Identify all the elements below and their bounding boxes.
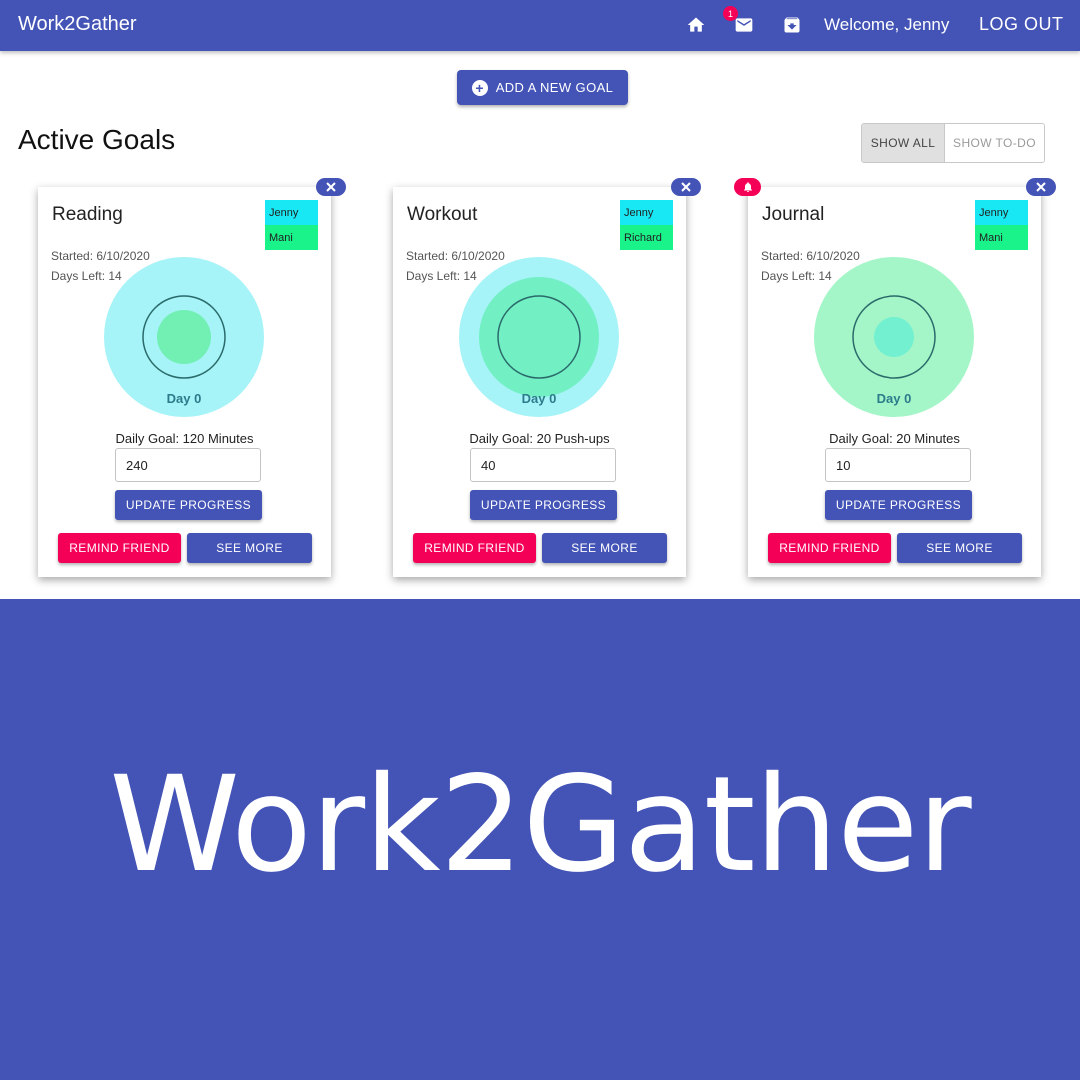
progress-circle: Day 0 (814, 257, 974, 417)
update-progress-button[interactable]: UPDATE PROGRESS (470, 490, 617, 520)
plus-circle-icon: + (471, 79, 488, 96)
logout-button[interactable]: LOG OUT (979, 14, 1064, 35)
promo-banner: Work2Gather (0, 599, 1080, 1080)
goal-title: Reading (52, 204, 123, 225)
day-label: Day 0 (877, 391, 912, 406)
brand-title[interactable]: Work2Gather (18, 13, 137, 36)
daily-goal: Daily Goal: 120 Minutes (115, 431, 254, 446)
goal-card: Journal Jenny Mani Started: 6/10/2020 Da… (748, 187, 1041, 577)
goal-title: Workout (407, 204, 478, 225)
member-tag: Mani (265, 225, 318, 250)
member-tag: Jenny (265, 200, 318, 225)
home-icon[interactable] (685, 14, 707, 36)
see-more-button[interactable]: SEE MORE (897, 533, 1022, 563)
section-title: Active Goals (18, 124, 176, 155)
member-tag: Jenny (620, 200, 673, 225)
see-more-button[interactable]: SEE MORE (187, 533, 312, 563)
close-icon[interactable] (1026, 178, 1056, 196)
update-progress-button[interactable]: UPDATE PROGRESS (825, 490, 972, 520)
member-list: Jenny Richard (620, 200, 673, 250)
remind-friend-button[interactable]: REMIND FRIEND (413, 533, 536, 563)
progress-input[interactable] (825, 448, 971, 482)
progress-inner-circle (479, 277, 599, 397)
see-more-button[interactable]: SEE MORE (542, 533, 667, 563)
archive-icon[interactable] (781, 14, 803, 36)
show-todo-button[interactable]: SHOW TO-DO (945, 124, 1044, 162)
progress-input[interactable] (115, 448, 261, 482)
remind-friend-button[interactable]: REMIND FRIEND (58, 533, 181, 563)
banner-title: Work2Gather (109, 748, 971, 902)
mail-icon[interactable]: 1 (723, 6, 755, 36)
member-tag: Jenny (975, 200, 1028, 225)
daily-goal: Daily Goal: 20 Push-ups (469, 431, 610, 446)
progress-input[interactable] (470, 448, 616, 482)
add-goal-button[interactable]: + ADD A NEW GOAL (457, 70, 628, 105)
bell-icon[interactable] (734, 178, 761, 196)
goal-card: Reading Jenny Mani Started: 6/10/2020 Da… (38, 187, 331, 577)
progress-circle: Day 0 (459, 257, 619, 417)
day-label: Day 0 (167, 391, 202, 406)
day-label: Day 0 (522, 391, 557, 406)
member-list: Jenny Mani (265, 200, 318, 250)
close-icon[interactable] (671, 178, 701, 196)
member-tag: Richard (620, 225, 673, 250)
goal-card: Workout Jenny Richard Started: 6/10/2020… (393, 187, 686, 577)
progress-inner-circle (874, 317, 914, 357)
update-progress-button[interactable]: UPDATE PROGRESS (115, 490, 262, 520)
progress-inner-circle (157, 310, 211, 364)
daily-goal: Daily Goal: 20 Minutes (829, 431, 960, 446)
member-tag: Mani (975, 225, 1028, 250)
filter-toggle: SHOW ALL SHOW TO-DO (861, 123, 1045, 163)
mail-count-badge: 1 (723, 6, 738, 21)
app-bar: Work2Gather 1 Welcome, Jenny LOG OUT (0, 0, 1080, 51)
add-goal-label: ADD A NEW GOAL (495, 80, 614, 95)
goal-title: Journal (762, 204, 825, 225)
remind-friend-button[interactable]: REMIND FRIEND (768, 533, 891, 563)
member-list: Jenny Mani (975, 200, 1028, 250)
welcome-text: Welcome, Jenny (824, 15, 950, 34)
close-icon[interactable] (316, 178, 346, 196)
show-all-button[interactable]: SHOW ALL (862, 124, 945, 162)
progress-circle: Day 0 (104, 257, 264, 417)
